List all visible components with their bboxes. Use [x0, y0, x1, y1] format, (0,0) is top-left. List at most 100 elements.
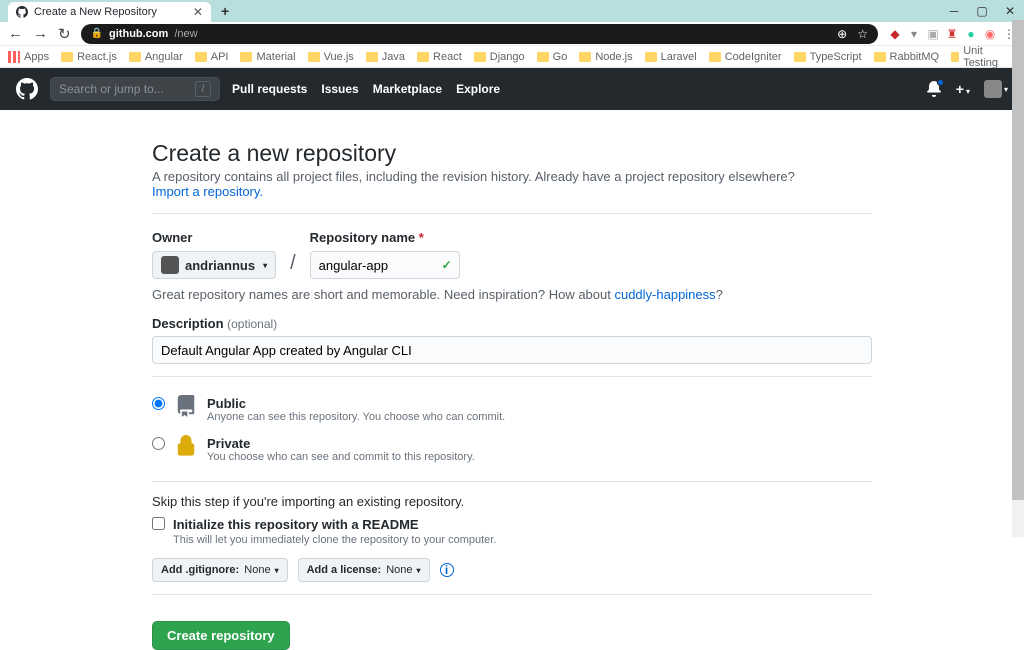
license-dropdown[interactable]: Add a license: None▾: [298, 558, 430, 582]
reload-icon[interactable]: ↻: [58, 25, 71, 43]
bookmark-folder[interactable]: Laravel: [645, 51, 697, 63]
folder-icon: [129, 52, 141, 62]
bookmark-folder[interactable]: Node.js: [579, 51, 632, 63]
star-icon[interactable]: ☆: [857, 27, 868, 41]
folder-icon: [794, 52, 806, 62]
gitignore-dropdown[interactable]: Add .gitignore: None▾: [152, 558, 288, 582]
bookmark-folder[interactable]: Unit Testing: [951, 45, 1002, 69]
bookmark-folder[interactable]: React: [417, 51, 462, 63]
notifications-icon[interactable]: [926, 81, 942, 97]
maximize-icon[interactable]: ▢: [974, 4, 990, 18]
back-icon[interactable]: ←: [8, 25, 23, 42]
github-logo-icon[interactable]: [16, 78, 38, 100]
bookmark-folder[interactable]: Django: [474, 51, 525, 63]
chevron-down-icon: ▾: [275, 566, 279, 575]
folder-icon: [951, 52, 959, 62]
visibility-public-label: Public: [207, 396, 246, 411]
repo-name-label: Repository name *: [310, 230, 460, 245]
bookmarks-bar: Apps React.js Angular API Material Vue.j…: [0, 46, 1024, 68]
bookmark-folder[interactable]: API: [195, 51, 229, 63]
tab-title: Create a New Repository: [34, 6, 157, 18]
bookmark-folder[interactable]: Vue.js: [308, 51, 354, 63]
notification-dot-icon: [937, 79, 944, 86]
bookmark-folder[interactable]: TypeScript: [794, 51, 862, 63]
bookmark-apps[interactable]: Apps: [8, 51, 49, 63]
ext-icon[interactable]: ◉: [983, 27, 997, 41]
bookmark-folder[interactable]: Angular: [129, 51, 183, 63]
nav-explore[interactable]: Explore: [456, 82, 500, 96]
visibility-public-note: Anyone can see this repository. You choo…: [207, 411, 505, 423]
bookmark-folder[interactable]: Go: [537, 51, 568, 63]
import-repo-link[interactable]: Import a repository.: [152, 184, 263, 199]
chevron-down-icon: ▾: [417, 566, 421, 575]
visibility-private-radio[interactable]: [152, 437, 165, 450]
nav-pull-requests[interactable]: Pull requests: [232, 82, 307, 96]
page-title: Create a new repository: [152, 140, 872, 167]
folder-icon: [61, 52, 73, 62]
bookmark-folder[interactable]: React.js: [61, 51, 117, 63]
window-controls: ─ ▢ ✕: [946, 4, 1018, 18]
owner-avatar-icon: [161, 256, 179, 274]
github-favicon-icon: [16, 6, 28, 18]
scrollbar[interactable]: [1012, 20, 1024, 537]
repo-name-field: Repository name * ✓: [310, 230, 460, 279]
folder-icon: [417, 52, 429, 62]
chevron-down-icon: ▾: [263, 261, 267, 270]
extension-icons: ◆ ▾ ▣ ♜ ● ◉ ⋮: [888, 27, 1016, 41]
new-tab-button[interactable]: +: [221, 3, 229, 19]
create-repository-button[interactable]: Create repository: [152, 621, 290, 650]
repo-name-input[interactable]: [310, 251, 460, 279]
ext-icon[interactable]: ▾: [907, 27, 921, 41]
close-tab-icon[interactable]: ✕: [193, 5, 203, 19]
folder-icon: [240, 52, 252, 62]
github-header: Search or jump to... / Pull requests Iss…: [0, 68, 1024, 110]
minimize-icon[interactable]: ─: [946, 4, 962, 18]
nav-issues[interactable]: Issues: [321, 82, 358, 96]
page-subtitle: A repository contains all project files,…: [152, 169, 872, 199]
search-in-url-icon[interactable]: ⊕: [837, 27, 847, 41]
visibility-private-row[interactable]: Private You choose who can see and commi…: [152, 429, 872, 469]
forward-icon[interactable]: →: [33, 25, 48, 42]
folder-icon: [308, 52, 320, 62]
description-input[interactable]: [152, 336, 872, 364]
readme-checkbox[interactable]: [152, 517, 165, 530]
visibility-public-radio[interactable]: [152, 397, 165, 410]
lock-icon: 🔒: [91, 28, 103, 39]
ext-icon[interactable]: ♜: [945, 27, 959, 41]
bookmark-folder[interactable]: Java: [366, 51, 405, 63]
folder-icon: [709, 52, 721, 62]
create-new-dropdown[interactable]: +▾: [956, 81, 970, 97]
owner-field: Owner andriannus ▾: [152, 230, 276, 279]
skip-note: Skip this step if you're importing an ex…: [152, 494, 872, 509]
bookmark-folder[interactable]: CodeIgniter: [709, 51, 782, 63]
github-search-input[interactable]: Search or jump to... /: [50, 77, 220, 101]
visibility-private-note: You choose who can see and commit to thi…: [207, 451, 475, 463]
scroll-thumb[interactable]: [1012, 20, 1024, 500]
bookmark-folder[interactable]: RabbitMQ: [874, 51, 940, 63]
visibility-public-row[interactable]: Public Anyone can see this repository. Y…: [152, 389, 872, 429]
folder-icon: [579, 52, 591, 62]
browser-toolbar: ← → ↻ 🔒 github.com/new ⊕ ☆ ◆ ▾ ▣ ♜ ● ◉ ⋮: [0, 22, 1024, 46]
search-placeholder: Search or jump to...: [59, 82, 164, 96]
lock-icon: [175, 435, 197, 457]
url-path: /new: [174, 28, 197, 40]
folder-icon: [537, 52, 549, 62]
user-menu[interactable]: ▾: [984, 80, 1008, 98]
url-domain: github.com: [109, 28, 168, 40]
ext-icon[interactable]: ▣: [926, 27, 940, 41]
owner-select[interactable]: andriannus ▾: [152, 251, 276, 279]
url-bar[interactable]: 🔒 github.com/new ⊕ ☆: [81, 24, 878, 44]
ext-icon[interactable]: ●: [964, 27, 978, 41]
license-info-icon[interactable]: i: [440, 563, 454, 577]
readme-label: Initialize this repository with a README: [173, 517, 419, 532]
owner-label: Owner: [152, 230, 276, 245]
readme-note: This will let you immediately clone the …: [173, 534, 496, 546]
nav-marketplace[interactable]: Marketplace: [373, 82, 442, 96]
search-slash-icon: /: [195, 81, 211, 97]
ext-icon[interactable]: ◆: [888, 27, 902, 41]
owner-slash-separator: /: [290, 252, 296, 279]
bookmark-folder[interactable]: Material: [240, 51, 295, 63]
name-suggestion-link[interactable]: cuddly-happiness: [614, 287, 715, 302]
close-window-icon[interactable]: ✕: [1002, 4, 1018, 18]
browser-tab[interactable]: Create a New Repository ✕: [8, 2, 211, 22]
